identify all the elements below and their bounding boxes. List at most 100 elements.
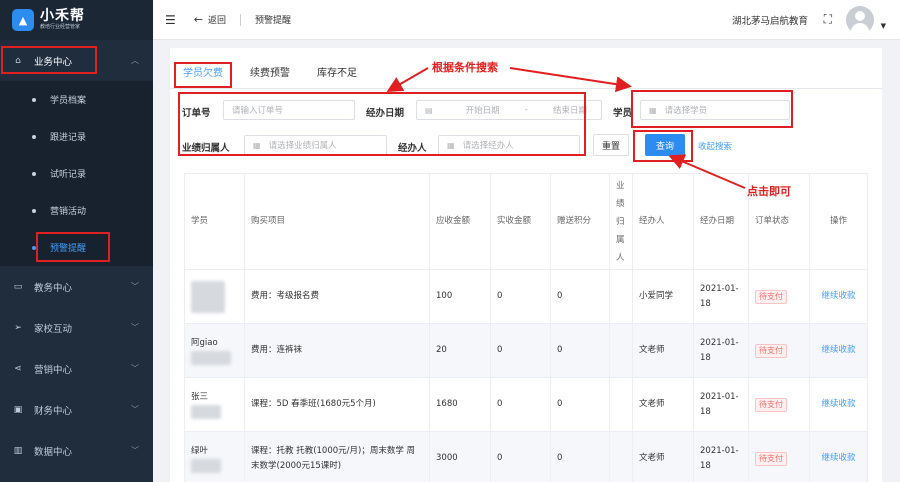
bullet-icon [32,97,36,102]
redacted-info [191,351,231,365]
handler-placeholder: 请选择经办人 [462,141,514,151]
owner-cell [610,270,633,323]
menu-toggle-icon[interactable]: ☰ [165,13,176,27]
continue-payment-link[interactable]: 继续收款 [821,451,855,466]
grid-icon: ▦ [649,105,657,115]
status-cell: 待支付 [749,378,810,431]
handler-select[interactable]: ▦ 请选择经办人 [438,135,580,155]
sidebar-group-label: 财务中心 [34,405,73,417]
student-cell: 绿叶 [184,432,245,482]
continue-payment-link[interactable]: 继续收款 [821,289,855,304]
org-name[interactable]: 湖北茅马启航教育 [732,13,808,27]
item-cell: 费用：考级报名费 [245,270,430,323]
paid-cell: 0 [491,324,551,377]
redacted-info [191,405,221,419]
action-cell: 继续收款 [810,432,868,482]
tab-divider [170,88,882,89]
chevron-down-icon: ﹀ [131,446,139,455]
sidebar-group-label: 家校互动 [34,323,73,335]
sidebar-item-trial[interactable]: 试听记录 [0,155,153,192]
date-label: 经办日期 [366,108,405,119]
continue-payment-link[interactable]: 继续收款 [821,397,855,412]
paid-cell: 0 [491,432,551,482]
sidebar-item-marketing-activity[interactable]: 营销活动 [0,192,153,229]
owner-cell [610,378,633,431]
handler-cell: 文老师 [633,324,694,377]
date-range-input[interactable]: ▤ 开始日期 - 结束日期 [416,100,602,120]
column-header: 操作 [810,174,868,269]
handler-label: 经办人 [398,143,427,154]
brand-logo[interactable]: ▲ 小禾帮 教培行业经营管家 [0,0,153,40]
submenu-business: 学员档案 跟进记录 试听记录 营销活动 预警提醒 [0,81,153,266]
redacted-student [191,280,225,313]
status-badge: 待支付 [755,451,787,466]
arrears-table: 学员 购买项目 应收金额 实收金额 赠送积分 业绩归属人 经办人 经办日期 订单… [184,173,868,482]
back-label: 返回 [207,16,226,26]
send-icon: ➢ [14,322,22,333]
arrow-left-icon: ← [193,13,203,26]
sidebar-item-alerts[interactable]: 预警提醒 [0,229,153,266]
sidebar-group-home-school[interactable]: ➢ 家校互动 ﹀ [0,307,153,348]
bullet-icon [32,171,36,176]
top-header: ☰ ← 返回 预警提醒 湖北茅马启航教育 ⛶ ▼ [153,0,900,40]
collapse-search-link[interactable]: 收起搜索 [698,140,732,152]
column-header: 实收金额 [491,174,551,269]
tab-renewal-warning[interactable]: 续费预警 [245,62,295,86]
annotation-click-hint: 点击即可 [747,185,791,198]
grid-icon: ▦ [447,140,455,150]
sidebar-item-student-records[interactable]: 学员档案 [0,81,153,118]
sidebar-group-label: 数据中心 [34,446,73,458]
tab-student-arrears[interactable]: 学员欠费 [178,62,228,86]
status-badge: 待支付 [755,397,787,412]
sidebar-item-label: 营销活动 [50,207,87,217]
query-button[interactable]: 查询 [645,134,685,156]
column-header: 学员 [184,174,245,269]
handler-cell: 小爱同学 [633,270,694,323]
sidebar-group-business[interactable]: ⌂ 业务中心 ︿ [0,40,153,81]
date-separator: - [524,105,528,115]
order-no-label: 订单号 [182,108,211,119]
table-row: 绿叶 课程：托教 托教(1000元/月)；周末数学 周末数学(2000元15课时… [184,432,868,482]
date-cell: 2021-01-18 [694,432,749,482]
student-cell: 阿giao [184,324,245,377]
bullet-icon [32,134,36,139]
column-header: 应收金额 [430,174,491,269]
due-cell: 1680 [430,378,491,431]
bullet-icon [32,245,36,250]
student-placeholder: 请选择学员 [664,106,708,116]
student-cell [184,270,245,323]
end-date-placeholder: 结束日期 [552,106,587,116]
caret-down-icon[interactable]: ▼ [881,22,886,30]
sidebar-group-finance[interactable]: ▣ 财务中心 ﹀ [0,389,153,430]
breadcrumb: 预警提醒 [255,16,292,26]
sidebar-group-academic[interactable]: ▭ 教务中心 ﹀ [0,266,153,307]
avatar[interactable] [846,6,874,34]
student-name: 张三 [191,392,209,402]
sidebar: ▲ 小禾帮 教培行业经营管家 ⌂ 业务中心 ︿ 学员档案 跟进记录 试听记录 营… [0,0,153,482]
reset-button[interactable]: 重置 [593,134,629,156]
owner-select[interactable]: ▦ 请选择业绩归属人 [244,135,387,155]
order-no-placeholder: 请输入订单号 [232,106,284,116]
owner-cell [610,432,633,482]
order-no-input[interactable]: 请输入订单号 [223,100,355,120]
main-card: 学员欠费 续费预警 库存不足 订单号 请输入订单号 经办日期 ▤ 开始日期 - … [170,48,882,482]
sidebar-group-data[interactable]: ▥ 数据中心 ﹀ [0,430,153,471]
brand-slogan: 教培行业经营管家 [40,24,81,30]
chevron-down-icon: ﹀ [131,405,139,414]
continue-payment-link[interactable]: 继续收款 [821,343,855,358]
fullscreen-icon[interactable]: ⛶ [824,12,832,27]
sidebar-item-follow-up[interactable]: 跟进记录 [0,118,153,155]
student-select[interactable]: ▦ 请选择学员 [640,100,790,120]
student-cell: 张三 [184,378,245,431]
owner-cell [610,324,633,377]
item-cell: 课程：5D 春季班(1680元5个月) [245,378,430,431]
action-cell: 继续收款 [810,270,868,323]
back-button[interactable]: ← 返回 [194,13,226,26]
bullet-icon [32,208,36,213]
sidebar-group-marketing[interactable]: ⋖ 营销中心 ﹀ [0,348,153,389]
action-cell: 继续收款 [810,324,868,377]
tab-low-stock[interactable]: 库存不足 [312,62,362,86]
grid-icon: ▦ [253,140,261,150]
handler-cell: 文老师 [633,432,694,482]
item-cell: 课程：托教 托教(1000元/月)；周末数学 周末数学(2000元15课时) [245,432,430,482]
